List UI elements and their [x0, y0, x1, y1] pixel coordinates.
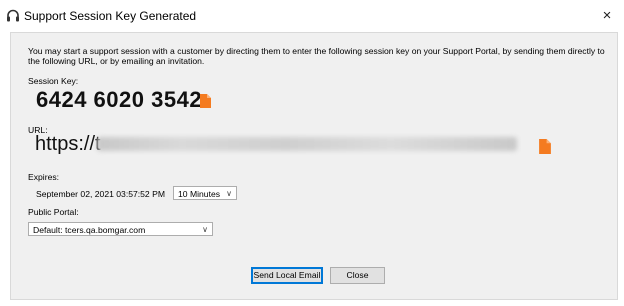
copy-session-key-icon[interactable]	[200, 94, 211, 108]
close-button[interactable]: Close	[330, 267, 385, 284]
expires-label: Expires:	[28, 172, 60, 182]
expires-duration-select[interactable]: 10 Minutes ∨	[173, 186, 237, 200]
headset-icon	[7, 9, 19, 22]
session-key-value: 6424 6020 3542	[36, 87, 203, 112]
title-bar: Support Session Key Generated ×	[0, 0, 624, 32]
expires-duration-value: 10 Minutes	[178, 189, 221, 199]
chevron-down-icon: ∨	[202, 225, 208, 234]
public-portal-label: Public Portal:	[28, 207, 79, 217]
public-portal-select[interactable]: Default: tcers.qa.bomgar.com ∨	[28, 222, 213, 236]
url-value: https://t	[35, 133, 101, 155]
close-window-button[interactable]: ×	[598, 7, 616, 25]
public-portal-value: Default: tcers.qa.bomgar.com	[33, 225, 146, 235]
send-local-email-button[interactable]: Send Local Email	[251, 267, 323, 284]
copy-url-icon[interactable]	[539, 139, 551, 154]
dialog-panel: You may start a support session with a c…	[10, 32, 618, 300]
chevron-down-icon: ∨	[226, 189, 232, 198]
expires-datetime: September 02, 2021 03:57:52 PM	[36, 189, 165, 199]
url-redacted	[97, 137, 517, 151]
window-title: Support Session Key Generated	[24, 9, 197, 23]
session-key-label: Session Key:	[28, 76, 79, 86]
intro-text: You may start a support session with a c…	[28, 46, 605, 66]
